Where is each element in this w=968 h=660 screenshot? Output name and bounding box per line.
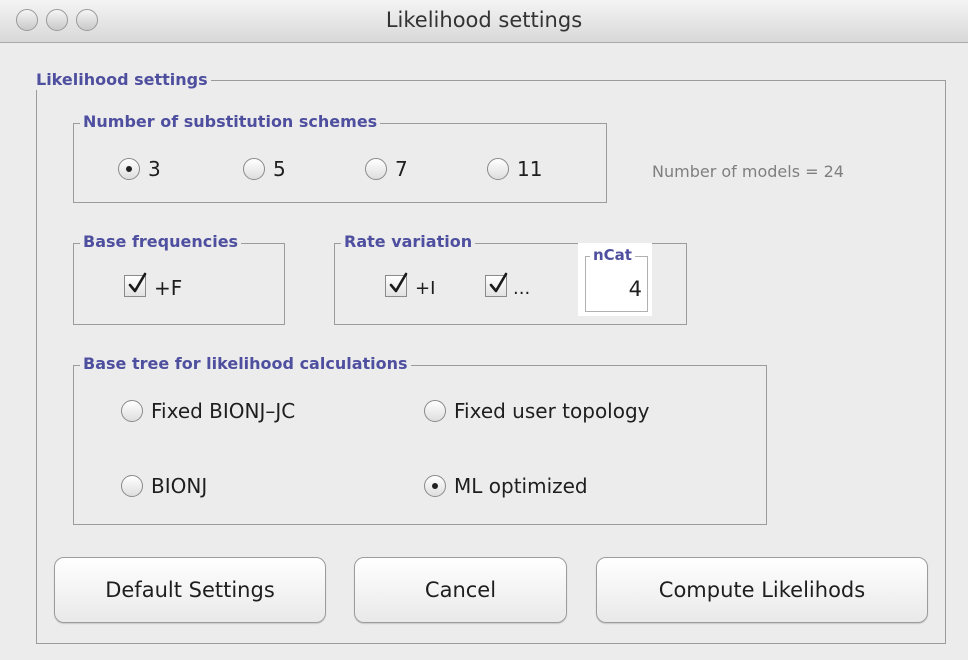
schemes-11-label: 11 <box>517 157 543 181</box>
rate-variation-legend: Rate variation <box>341 232 476 252</box>
default-settings-button[interactable]: Default Settings <box>54 557 326 623</box>
fixed-user-topology-label: Fixed user topology <box>454 399 650 423</box>
number-of-models-text: Number of models = 24 <box>652 162 844 181</box>
radio-schemes-7[interactable] <box>365 158 387 180</box>
radio-selected-dot <box>432 483 438 489</box>
base-tree-legend: Base tree for likelihood calculations <box>80 354 411 374</box>
substitution-schemes-legend: Number of substitution schemes <box>80 112 381 132</box>
radio-fixed-bionj-jc[interactable] <box>121 400 143 422</box>
title-bar: Likelihood settings <box>0 0 968 43</box>
radio-schemes-5[interactable] <box>243 158 265 180</box>
radio-bionj[interactable] <box>121 475 143 497</box>
radio-schemes-11[interactable] <box>487 158 509 180</box>
schemes-7-label: 7 <box>395 157 408 181</box>
gamma-label: ... <box>513 278 531 299</box>
plus-i-label: +I <box>415 278 436 299</box>
ncat-label: nCat <box>590 245 635 265</box>
checkbox-plus-i[interactable] <box>385 272 408 297</box>
fixed-bionj-jc-label: Fixed BIONJ–JC <box>151 399 296 423</box>
compute-likelihoods-button[interactable]: Compute Likelihods <box>596 557 928 623</box>
schemes-5-label: 5 <box>273 157 286 181</box>
checkmark-icon <box>389 272 408 293</box>
window-title: Likelihood settings <box>385 8 583 32</box>
plus-f-label: +F <box>154 276 183 300</box>
base-tree-group <box>73 365 767 525</box>
base-frequencies-legend: Base frequencies <box>80 232 242 252</box>
checkbox-plus-f[interactable] <box>124 272 147 297</box>
radio-selected-dot <box>126 166 132 172</box>
cancel-button[interactable]: Cancel <box>354 557 567 623</box>
radio-fixed-user-topology[interactable] <box>424 400 446 422</box>
bionj-label: BIONJ <box>151 474 208 498</box>
ncat-input[interactable]: 4 <box>588 277 642 301</box>
schemes-3-label: 3 <box>148 157 161 181</box>
ncat-box: nCat 4 <box>578 243 652 316</box>
radio-ml-optimized[interactable] <box>424 475 446 497</box>
radio-schemes-3[interactable] <box>118 158 140 180</box>
likelihood-settings-legend: Likelihood settings <box>33 70 211 90</box>
checkmark-icon <box>489 272 508 293</box>
ml-optimized-label: ML optimized <box>454 474 588 498</box>
checkmark-icon <box>128 272 147 293</box>
checkbox-gamma[interactable] <box>485 272 508 297</box>
